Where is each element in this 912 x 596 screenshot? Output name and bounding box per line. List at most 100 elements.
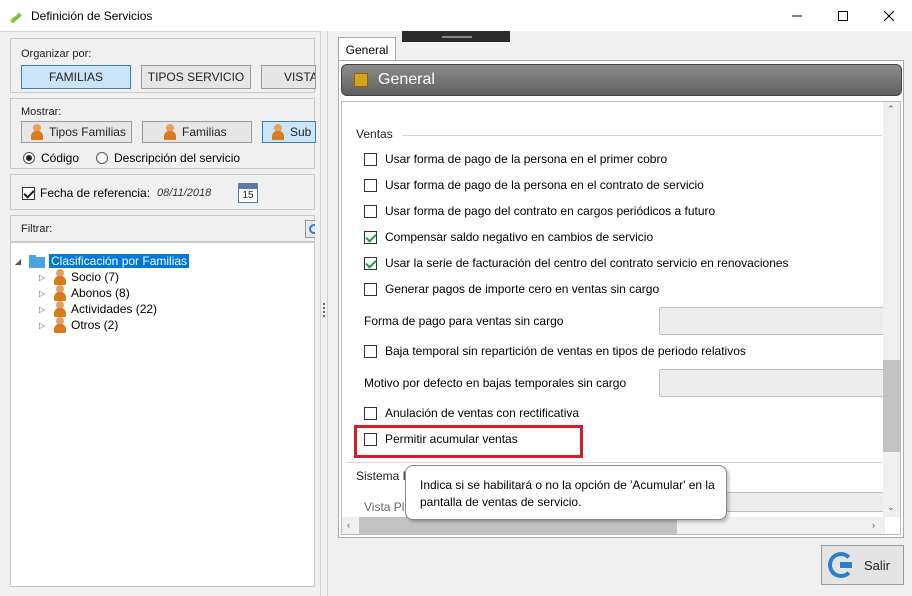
option-label: Usar forma de pago de la persona en el c… bbox=[385, 178, 704, 192]
group-person-icon bbox=[271, 124, 285, 140]
exit-icon bbox=[828, 552, 854, 578]
section-divider bbox=[346, 462, 882, 463]
drag-handle[interactable] bbox=[402, 31, 510, 42]
close-button[interactable] bbox=[866, 0, 912, 31]
subfamilias-button[interactable]: Sub bbox=[262, 121, 316, 143]
radio-descripcion-control[interactable] bbox=[96, 152, 108, 164]
filter-search-button[interactable] bbox=[305, 220, 315, 238]
gold-box-icon bbox=[354, 73, 368, 87]
forma-pago-field[interactable] bbox=[659, 307, 889, 335]
close-icon bbox=[884, 10, 894, 21]
expand-arrow-icon[interactable]: ▷ bbox=[39, 273, 49, 282]
option-row[interactable]: Generar pagos de importe cero en ventas … bbox=[364, 282, 659, 296]
families-tree: ◢ Clasificación por Familias ▷ Socio (7)… bbox=[10, 242, 315, 587]
calendar-button[interactable]: 15 bbox=[238, 183, 258, 203]
collapse-arrow-icon[interactable]: ◢ bbox=[15, 257, 25, 266]
option-label: Usar forma de pago de la persona en el p… bbox=[385, 152, 668, 166]
left-pane: Organizar por: FAMILIAS TIPOS SERVICIO V… bbox=[0, 31, 320, 596]
minimize-button[interactable] bbox=[774, 0, 820, 31]
fecha-value[interactable]: 08/11/2018 bbox=[157, 187, 211, 199]
familias-show-label: Familias bbox=[182, 125, 227, 139]
option-checkbox[interactable] bbox=[364, 344, 377, 358]
option-row[interactable]: Usar forma de pago de la persona en el c… bbox=[364, 178, 704, 192]
option-label: Compensar saldo negativo en cambios de s… bbox=[385, 230, 654, 244]
ventas-label: Ventas bbox=[356, 127, 393, 141]
expand-arrow-icon[interactable]: ▷ bbox=[39, 289, 49, 298]
motivo-field[interactable] bbox=[659, 369, 889, 397]
vertical-scroll-thumb[interactable] bbox=[883, 360, 900, 452]
option-checkbox[interactable] bbox=[364, 256, 377, 270]
vista-button[interactable]: VISTA bbox=[261, 65, 316, 89]
highlight-box bbox=[354, 425, 583, 458]
person-icon bbox=[53, 285, 67, 301]
scroll-down-icon[interactable]: ⌄ bbox=[887, 502, 895, 513]
option-row[interactable]: Usar forma de pago de la persona en el p… bbox=[364, 152, 667, 166]
option-checkbox[interactable] bbox=[364, 282, 377, 296]
option-label: Usar la serie de facturación del centro … bbox=[385, 256, 789, 270]
fecha-checkbox-row[interactable]: Fecha de referencia: bbox=[22, 186, 150, 200]
expand-arrow-icon[interactable]: ▷ bbox=[39, 321, 49, 330]
pencil-icon bbox=[10, 12, 22, 23]
option-row[interactable]: Usar forma de pago del contrato en cargo… bbox=[364, 204, 715, 218]
vertical-scrollbar[interactable]: ⌃ ⌄ bbox=[883, 102, 900, 517]
tree-item[interactable]: ▷ Abonos (8) bbox=[39, 285, 130, 301]
tree-item-label: Abonos (8) bbox=[71, 286, 130, 300]
option-checkbox[interactable] bbox=[364, 230, 377, 244]
maximize-button[interactable] bbox=[820, 0, 866, 31]
option-row[interactable]: Anulación de ventas con rectificativa bbox=[364, 406, 579, 420]
option-row[interactable]: Compensar saldo negativo en cambios de s… bbox=[364, 230, 653, 244]
tree-item[interactable]: ▷ Otros (2) bbox=[39, 317, 118, 333]
radio-descripcion-label: Descripción del servicio bbox=[114, 151, 241, 165]
pane-splitter[interactable] bbox=[320, 31, 328, 596]
radio-codigo[interactable]: Código bbox=[23, 151, 79, 165]
tree-item-label: Otros (2) bbox=[71, 318, 119, 332]
scroll-right-icon[interactable]: › bbox=[872, 520, 875, 530]
familias-button[interactable]: FAMILIAS bbox=[21, 65, 131, 89]
scroll-up-icon[interactable]: ⌃ bbox=[887, 104, 895, 115]
tree-item[interactable]: ▷ Actividades (22) bbox=[39, 301, 157, 317]
option-row[interactable]: Usar la serie de facturación del centro … bbox=[364, 256, 789, 270]
option-checkbox[interactable] bbox=[364, 178, 377, 192]
general-header: General bbox=[341, 64, 902, 96]
tipos-familias-label: Tipos Familias bbox=[49, 125, 126, 139]
fecha-checkbox[interactable] bbox=[22, 186, 35, 200]
option-row[interactable]: Baja temporal sin repartición de ventas … bbox=[364, 344, 746, 358]
tipos-servicio-button[interactable]: TIPOS SERVICIO bbox=[141, 65, 251, 89]
search-icon bbox=[309, 224, 315, 234]
forma-pago-label: Forma de pago para ventas sin cargo bbox=[364, 314, 564, 328]
option-checkbox[interactable] bbox=[364, 204, 377, 218]
organizar-label: Organizar por: bbox=[21, 48, 92, 60]
tab-general[interactable]: General bbox=[338, 37, 396, 61]
scroll-left-icon[interactable]: ‹ bbox=[347, 520, 350, 530]
person-icon bbox=[53, 301, 67, 317]
salir-label: Salir bbox=[864, 557, 891, 573]
radio-codigo-label: Código bbox=[41, 151, 80, 165]
expand-arrow-icon[interactable]: ▷ bbox=[39, 305, 49, 314]
partial-field-label: Vista Pl bbox=[364, 500, 405, 514]
radio-codigo-control[interactable] bbox=[23, 152, 35, 164]
minimize-icon bbox=[792, 15, 802, 16]
window-title: Definición de Servicios bbox=[31, 9, 153, 23]
salir-button[interactable]: Salir bbox=[821, 545, 904, 585]
tree-item-label: Socio (7) bbox=[71, 270, 120, 284]
filtrar-group: Filtrar: bbox=[10, 215, 315, 242]
radio-descripcion[interactable]: Descripción del servicio bbox=[96, 151, 240, 165]
organizar-group: Organizar por: FAMILIAS TIPOS SERVICIO V… bbox=[10, 38, 316, 93]
ventas-divider bbox=[402, 135, 882, 136]
person-icon bbox=[30, 124, 44, 140]
tree-root[interactable]: ◢ Clasificación por Familias bbox=[15, 253, 190, 269]
fecha-label: Fecha de referencia: bbox=[40, 186, 151, 200]
option-checkbox[interactable] bbox=[364, 406, 377, 420]
subfamilias-label: Sub bbox=[290, 125, 312, 139]
filtrar-label: Filtrar: bbox=[21, 223, 53, 235]
general-header-title: General bbox=[378, 71, 435, 88]
tipos-familias-button[interactable]: Tipos Familias bbox=[21, 121, 132, 143]
tree-item[interactable]: ▷ Socio (7) bbox=[39, 269, 119, 285]
person-icon bbox=[53, 317, 67, 333]
folder-icon bbox=[29, 254, 45, 268]
mostrar-label: Mostrar: bbox=[21, 106, 62, 118]
option-label: Baja temporal sin repartición de ventas … bbox=[385, 344, 746, 358]
option-checkbox[interactable] bbox=[364, 152, 377, 166]
familias-show-button[interactable]: Familias bbox=[142, 121, 252, 143]
tree-item-label: Actividades (22) bbox=[71, 302, 158, 316]
